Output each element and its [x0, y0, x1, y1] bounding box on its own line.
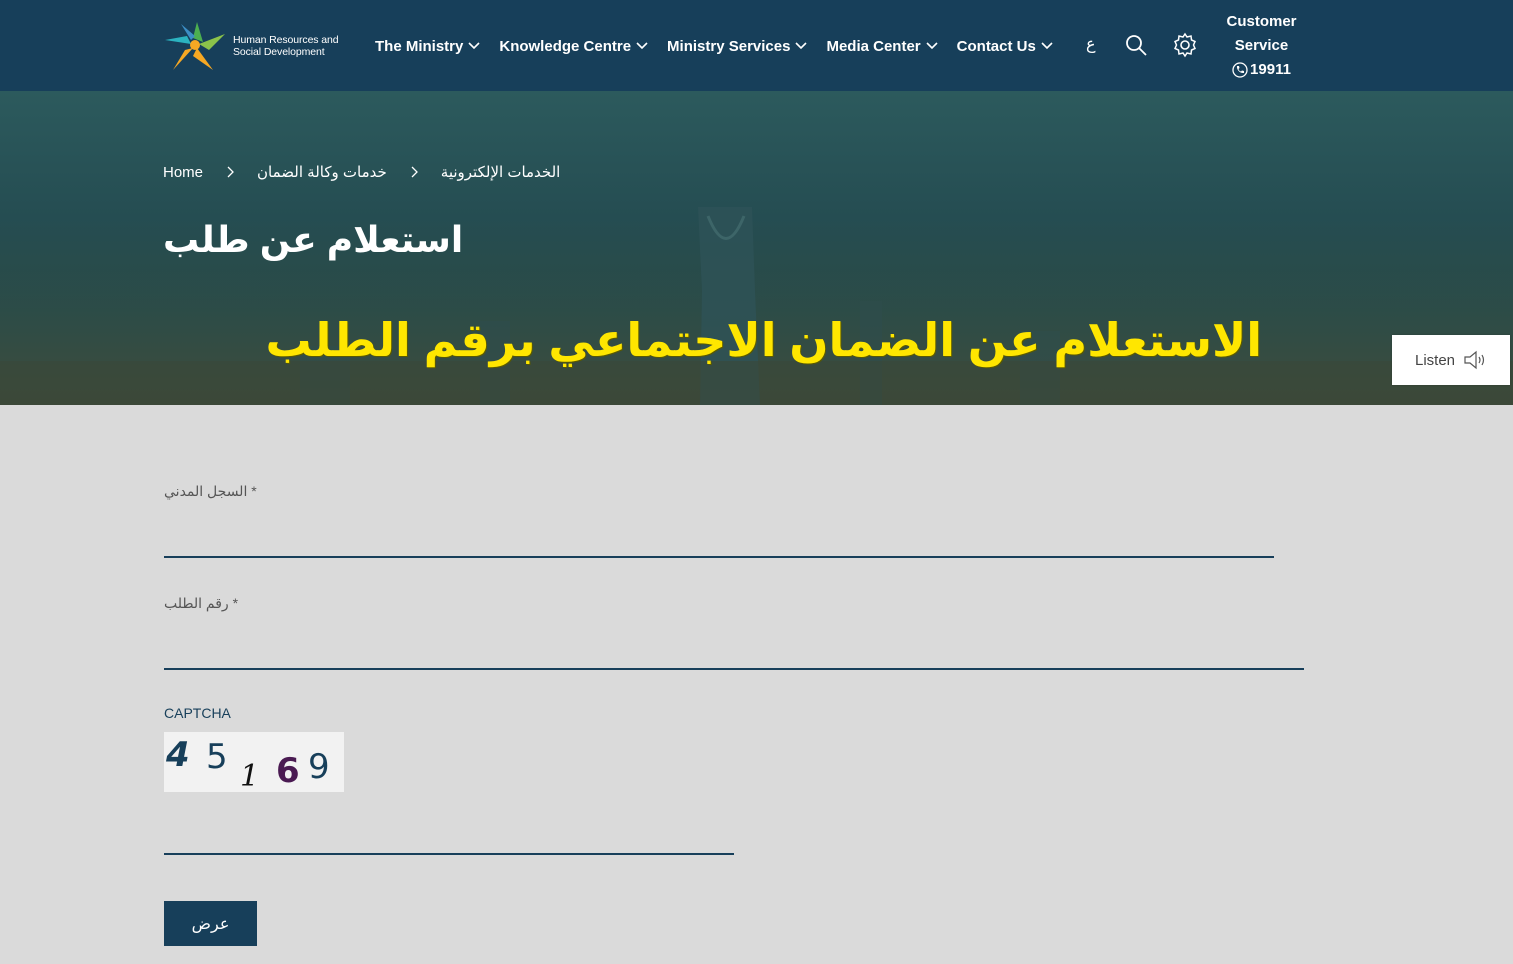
civil-registry-input[interactable]: [164, 518, 1274, 558]
nav-label: Contact Us: [956, 37, 1036, 55]
request-number-label: * رقم الطلب: [164, 595, 239, 611]
site-header: Human Resources and Social Development T…: [0, 0, 1513, 91]
svg-text:1: 1: [240, 759, 259, 792]
chevron-right-icon: [411, 166, 418, 178]
svg-text:5: 5: [206, 737, 228, 777]
nav-label: Media Center: [826, 37, 921, 55]
gear-icon[interactable]: [1172, 32, 1198, 58]
svg-text:4: 4: [165, 735, 190, 775]
chevron-right-icon: [227, 166, 234, 178]
nav-knowledge-centre[interactable]: Knowledge Centre: [499, 38, 649, 55]
svg-text:9: 9: [308, 747, 330, 787]
page-title: استعلام عن طلب: [163, 219, 464, 260]
chevron-down-icon: [1041, 42, 1053, 50]
customer-service[interactable]: Customer Service 19911: [1214, 10, 1309, 82]
customer-service-phone: 19911: [1214, 58, 1309, 82]
chevron-down-icon: [926, 42, 938, 50]
breadcrumb-eservices[interactable]: الخدمات الإلكترونية: [441, 163, 561, 181]
breadcrumb: Home خدمات وكالة الضمان الخدمات الإلكترو…: [163, 163, 561, 182]
submit-button[interactable]: عرض: [164, 901, 257, 946]
captcha-input[interactable]: [164, 815, 734, 855]
civil-registry-label: * السجل المدني: [164, 483, 257, 499]
nav-ministry-services[interactable]: Ministry Services: [667, 38, 808, 55]
nav-media-center[interactable]: Media Center: [826, 38, 938, 55]
speaker-icon: [1464, 350, 1485, 370]
listen-label: Listen: [1414, 351, 1456, 369]
chevron-down-icon: [795, 42, 808, 50]
nav-label: Knowledge Centre: [499, 37, 632, 55]
nav-label: The Ministry: [375, 37, 464, 55]
captcha-label: CAPTCHA: [164, 705, 231, 721]
phone-icon: [1232, 62, 1248, 78]
chevron-down-icon: [636, 42, 648, 50]
nav-label: Ministry Services: [667, 37, 791, 55]
request-number-input[interactable]: [164, 630, 1304, 670]
overlay-caption: الاستعلام عن الضمان الاجتماعي برقم الطلب: [265, 314, 1262, 366]
ministry-logo-icon: [165, 22, 225, 70]
svg-text:6: 6: [276, 751, 300, 791]
nav-the-ministry[interactable]: The Ministry: [375, 38, 481, 55]
ministry-logo[interactable]: Human Resources and Social Development: [163, 20, 353, 72]
customer-service-line2: Service: [1234, 37, 1289, 54]
nav-contact-us[interactable]: Contact Us: [957, 38, 1054, 55]
phone-number: 19911: [1250, 61, 1291, 78]
hero-banner: Home خدمات وكالة الضمان الخدمات الإلكترو…: [0, 91, 1513, 405]
captcha-image: 4 5 1 6 9: [164, 732, 344, 792]
breadcrumb-guarantee-services[interactable]: خدمات وكالة الضمان: [257, 163, 387, 181]
main-nav: The Ministry Knowledge Centre Ministry S…: [375, 34, 1072, 58]
breadcrumb-home[interactable]: Home: [163, 164, 203, 181]
search-icon[interactable]: [1124, 33, 1148, 57]
customer-service-line1: Customer: [1226, 13, 1297, 30]
listen-button[interactable]: Listen: [1392, 335, 1510, 385]
language-toggle[interactable]: ع: [1086, 34, 1096, 54]
chevron-down-icon: [468, 42, 480, 50]
logo-text: Human Resources and Social Development: [233, 34, 339, 58]
